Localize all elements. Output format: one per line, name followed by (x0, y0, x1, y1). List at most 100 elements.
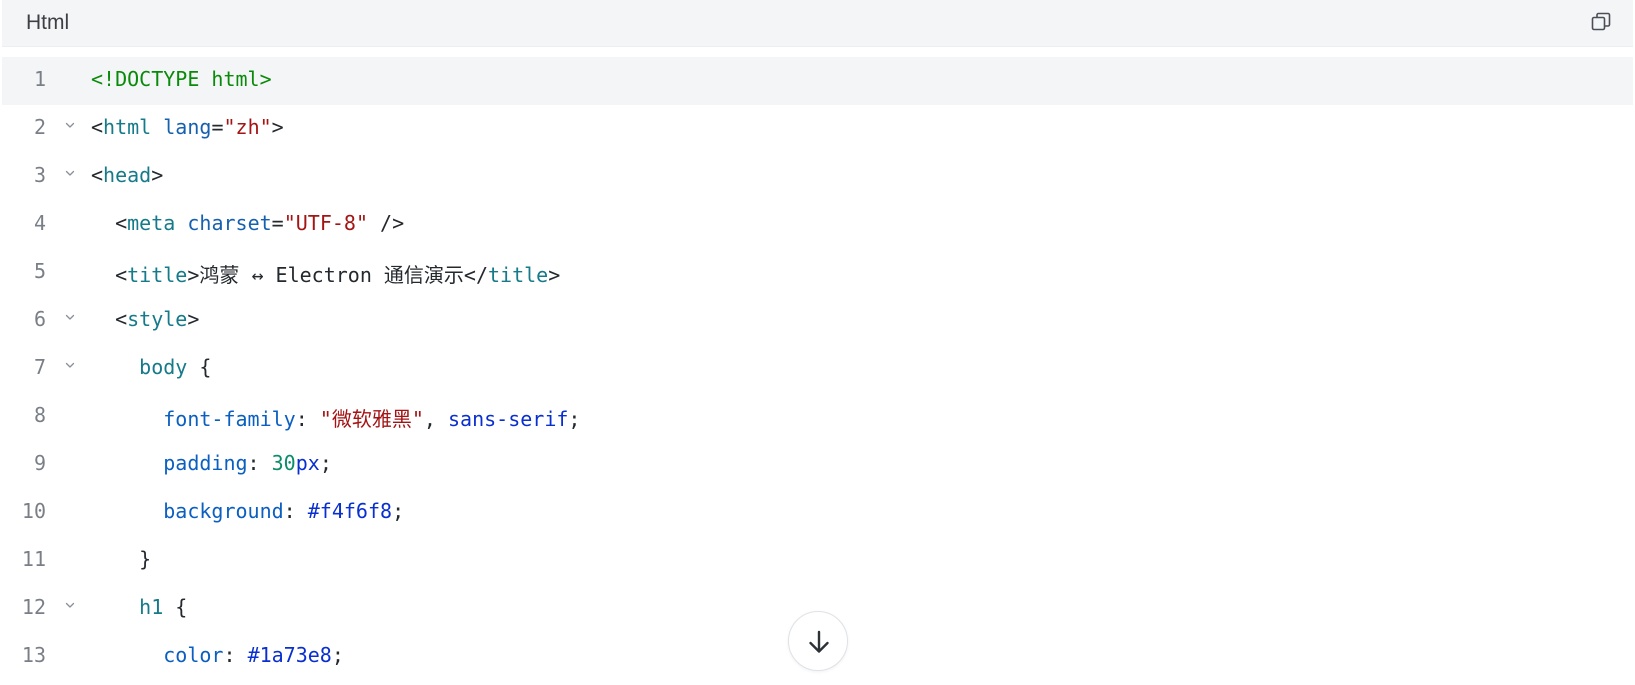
code-text: background: #f4f6f8; (91, 499, 404, 523)
code-token: { (187, 355, 212, 379)
code-token: 30 (271, 451, 296, 475)
code-token: < (115, 263, 128, 287)
code-token: = (271, 211, 284, 235)
code-text: <meta charset="UTF-8" /> (91, 211, 404, 235)
code-text: padding: 30px; (91, 451, 332, 475)
code-block: Html 1 <!DOCTYPE html> 2 <html lang="zh"> 3 <… (2, 0, 1633, 685)
code-token: #f4f6f8 (307, 499, 393, 523)
code-text: <style> (91, 307, 199, 331)
code-token: ; (568, 407, 581, 431)
code-token: padding (163, 451, 248, 475)
code-token: ; (319, 451, 332, 475)
code-token: < (91, 115, 104, 139)
code-line[interactable]: 9 padding: 30px; (2, 441, 1633, 489)
code-line[interactable]: 7 body { (2, 345, 1633, 393)
code-token: font-family (163, 407, 296, 431)
line-number: 3 (33, 163, 46, 187)
line-number: 1 (33, 67, 46, 91)
code-editor[interactable]: 1 <!DOCTYPE html> 2 <html lang="zh"> 3 <head>… (2, 57, 1633, 681)
code-token: < (115, 211, 128, 235)
code-token: > (548, 263, 561, 287)
code-text: body { (91, 355, 211, 379)
code-token: > (187, 307, 200, 331)
language-label: Html (26, 11, 70, 34)
code-token: > (151, 163, 164, 187)
code-token: px (295, 451, 320, 475)
code-token: "zh" (223, 115, 272, 139)
code-token: title (127, 263, 188, 287)
code-token: html (103, 115, 152, 139)
code-token: > (187, 263, 200, 287)
code-token: 鸿蒙 ↔ Electron 通信演示 (199, 263, 464, 287)
code-token: style (127, 307, 188, 331)
fold-chevron-icon[interactable] (64, 598, 76, 612)
code-token: "UTF-8" (283, 211, 368, 235)
code-block-header: Html (2, 0, 1633, 47)
code-text: color: #1a73e8; (91, 643, 344, 667)
code-line[interactable]: 6 <style> (2, 297, 1633, 345)
code-line[interactable]: 3 <head> (2, 153, 1633, 201)
line-number: 11 (21, 547, 46, 571)
code-token: h1 (139, 595, 164, 619)
code-token: background (163, 499, 284, 523)
code-text: <title>鸿蒙 ↔ Electron 通信演示</title> (91, 259, 560, 288)
line-number: 12 (21, 595, 46, 619)
copy-icon (1591, 12, 1611, 31)
code-token: : (283, 499, 308, 523)
code-token: /> (368, 211, 405, 235)
line-number: 6 (33, 307, 46, 331)
arrow-down-icon (809, 630, 829, 653)
code-token: charset (187, 211, 272, 235)
code-token: = (211, 115, 224, 139)
code-token: </ (463, 263, 488, 287)
code-token: meta (127, 211, 176, 235)
line-number: 8 (33, 403, 46, 427)
code-text: <head> (91, 163, 163, 187)
code-token: "微软雅黑" (319, 407, 424, 431)
code-line[interactable]: 1 <!DOCTYPE html> (2, 57, 1633, 105)
code-line[interactable]: 2 <html lang="zh"> (2, 105, 1633, 153)
code-token: <!DOCTYPE html> (91, 67, 272, 91)
copy-button[interactable] (1590, 11, 1612, 33)
code-token: : (223, 643, 248, 667)
code-token: body (139, 355, 188, 379)
fold-chevron-icon[interactable] (64, 118, 76, 132)
code-token: lang (163, 115, 212, 139)
scroll-to-bottom-button[interactable] (788, 611, 848, 671)
code-token: , (423, 407, 448, 431)
line-number: 13 (21, 643, 46, 667)
line-number: 4 (33, 211, 46, 235)
code-token: } (139, 547, 152, 571)
line-number: 5 (33, 259, 46, 283)
code-token: title (488, 263, 549, 287)
code-token: ; (392, 499, 405, 523)
fold-chevron-icon[interactable] (64, 166, 76, 180)
code-token: < (91, 163, 104, 187)
code-token: > (271, 115, 284, 139)
code-token: sans-serif (447, 407, 569, 431)
code-text: font-family: "微软雅黑", sans-serif; (91, 403, 580, 432)
code-line[interactable]: 5 <title>鸿蒙 ↔ Electron 通信演示</title> (2, 249, 1633, 297)
code-token: { (163, 595, 188, 619)
line-number: 7 (33, 355, 46, 379)
code-token: < (115, 307, 128, 331)
fold-chevron-icon[interactable] (64, 358, 76, 372)
code-text: } (91, 547, 151, 571)
code-line[interactable]: 4 <meta charset="UTF-8" /> (2, 201, 1633, 249)
code-line[interactable]: 11 } (2, 537, 1633, 585)
fold-chevron-icon[interactable] (64, 310, 76, 324)
code-line[interactable]: 8 font-family: "微软雅黑", sans-serif; (2, 393, 1633, 441)
code-token: color (163, 643, 224, 667)
code-line[interactable]: 10 background: #f4f6f8; (2, 489, 1633, 537)
